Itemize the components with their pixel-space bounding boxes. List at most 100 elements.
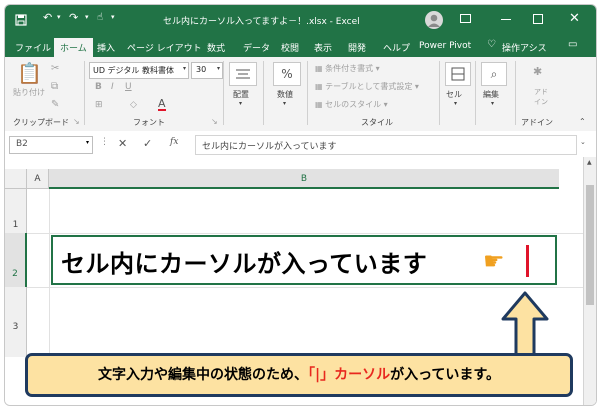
row-header-3[interactable]: 3	[5, 287, 27, 357]
comments-icon[interactable]: ▭	[568, 39, 577, 50]
font-size-select[interactable]: 30 ▾	[191, 62, 223, 79]
vertical-scrollbar[interactable]: ▲	[583, 157, 596, 405]
minimize-icon[interactable]	[501, 19, 511, 20]
chevron-down-icon: ▾	[283, 100, 287, 107]
arrow-up-icon	[501, 291, 549, 359]
group-label-font: フォント	[133, 118, 165, 127]
select-all-button[interactable]	[5, 169, 27, 189]
pointing-hand-icon: ☛	[483, 247, 505, 275]
alignment-button[interactable]: 配置	[233, 89, 249, 100]
tab-data[interactable]: データ	[243, 41, 270, 54]
tab-page-layout[interactable]: ページ レイアウト	[127, 41, 202, 54]
cancel-icon[interactable]: ✕	[118, 137, 127, 150]
save-icon[interactable]	[15, 14, 27, 29]
close-icon[interactable]: ✕	[569, 11, 580, 26]
title-bar: ↶ ▾ ↷ ▾ ☝ ▾ セル内にカーソル入ってますよ－！.xlsx - Exce…	[5, 5, 596, 35]
expand-formula-icon[interactable]: ⌄	[580, 138, 586, 146]
ribbon-separator	[439, 61, 440, 125]
copy-icon[interactable]: ⧉	[51, 81, 58, 92]
chevron-down-icon: ▾	[85, 139, 89, 146]
chevron-down-icon: ▾	[491, 100, 495, 107]
callout-text-cursor: 「|」カーソル	[307, 367, 391, 383]
gridline	[49, 189, 50, 357]
scroll-up-icon[interactable]: ▲	[587, 159, 592, 166]
text-cursor	[526, 245, 529, 277]
undo-dropdown-icon[interactable]: ▾	[57, 13, 61, 21]
paste-button[interactable]: 貼り付け	[13, 87, 45, 98]
cells-button[interactable]: セル	[446, 89, 462, 100]
font-color-icon[interactable]: A	[158, 98, 166, 111]
group-label-clipboard: クリップボード	[13, 118, 69, 127]
formula-bar: B2 ▾ ⋮ ✕ ✓ fx セル内にカーソルが入っています ⌄	[5, 131, 596, 158]
touch-mode-icon[interactable]: ☝	[97, 12, 103, 23]
borders-icon[interactable]: ⊞	[95, 100, 103, 110]
chevron-down-icon: ▾	[454, 100, 458, 107]
tab-file[interactable]: ファイル	[15, 41, 51, 54]
tab-formulas[interactable]: 数式	[207, 41, 225, 54]
undo-icon[interactable]: ↶	[43, 11, 52, 24]
clipboard-launcher-icon[interactable]: ↘	[73, 117, 80, 126]
underline-button[interactable]: U	[125, 82, 132, 92]
tab-review[interactable]: 校閲	[281, 41, 299, 54]
cell-b2-editing[interactable]: セル内にカーソルが入っています ☛	[51, 235, 557, 285]
tab-view[interactable]: 表示	[314, 41, 332, 54]
group-label-addin: アドイン	[521, 118, 553, 127]
column-header-b[interactable]: B	[49, 169, 559, 189]
insert-function-button[interactable]: fx	[170, 137, 178, 147]
redo-dropdown-icon[interactable]: ▾	[85, 13, 89, 21]
search-icon[interactable]: ⌕	[481, 62, 507, 86]
tab-power-pivot[interactable]: Power Pivot	[419, 41, 471, 51]
number-button[interactable]: 数値	[277, 89, 293, 100]
percent-icon[interactable]: %	[273, 62, 301, 86]
alignment-icon[interactable]	[229, 62, 257, 86]
tab-home[interactable]: ホーム	[54, 38, 93, 57]
format-painter-icon[interactable]: ✎	[51, 99, 59, 110]
cell-styles-button[interactable]: ▦ セルのスタイル ▾	[315, 99, 388, 110]
maximize-icon[interactable]	[533, 14, 543, 24]
name-box-value: B2	[16, 139, 28, 149]
lightbulb-icon[interactable]: ♡	[487, 39, 496, 50]
fill-color-icon[interactable]: ◇	[130, 100, 137, 110]
paste-icon[interactable]: 📋	[17, 61, 42, 85]
italic-button[interactable]: I	[111, 82, 114, 92]
row-header-1[interactable]: 1	[5, 189, 27, 233]
font-name-value: UD デジタル 教科書体	[93, 66, 174, 75]
scrollbar-thumb[interactable]	[586, 185, 594, 305]
user-avatar-icon[interactable]	[425, 11, 443, 29]
conditional-formatting-button[interactable]: ▦ 条件付き書式 ▾	[315, 63, 380, 74]
tab-help[interactable]: ヘルプ	[383, 41, 410, 54]
name-box[interactable]: B2 ▾	[9, 136, 93, 154]
font-size-value: 30	[196, 65, 207, 74]
tab-developer[interactable]: 開発	[348, 41, 366, 54]
enter-icon[interactable]: ✓	[143, 137, 152, 150]
customize-qat-icon[interactable]: ▾	[111, 13, 115, 21]
addin-button[interactable]: アド イン	[531, 87, 551, 107]
font-name-select[interactable]: UD デジタル 教科書体 ▾	[89, 62, 189, 79]
tell-me-search[interactable]: 操作アシス	[502, 41, 547, 54]
ribbon-display-icon[interactable]	[460, 14, 471, 23]
callout-text-1: 文字入力や編集中の状態のため、	[97, 367, 308, 383]
gridline	[27, 287, 583, 288]
formula-input[interactable]: セル内にカーソルが入っています	[195, 135, 577, 155]
ribbon-separator	[84, 61, 85, 125]
bold-button[interactable]: B	[95, 82, 102, 92]
cells-icon[interactable]	[445, 62, 471, 86]
cut-icon[interactable]: ✂	[51, 63, 59, 74]
tab-insert[interactable]: 挿入	[97, 41, 115, 54]
format-as-table-button[interactable]: ▦ テーブルとして書式設定 ▾	[315, 81, 419, 92]
format-as-table-label: テーブルとして書式設定	[325, 82, 413, 91]
excel-window: ↶ ▾ ↷ ▾ ☝ ▾ セル内にカーソル入ってますよ－！.xlsx - Exce…	[4, 4, 597, 406]
chevron-down-icon: ▾	[216, 65, 220, 72]
chevron-down-icon: ▾	[239, 100, 243, 107]
row-header-2[interactable]: 2	[5, 233, 27, 287]
collapse-ribbon-icon[interactable]: ⌃	[579, 117, 586, 126]
redo-icon[interactable]: ↷	[69, 11, 78, 24]
editing-button[interactable]: 編集	[483, 89, 499, 100]
ribbon-separator	[515, 61, 516, 125]
addin-icon[interactable]: ✱	[533, 65, 542, 78]
cell-styles-label: セルのスタイル	[325, 100, 382, 109]
ribbon-separator	[223, 61, 224, 125]
formula-content: セル内にカーソルが入っています	[202, 142, 337, 152]
column-header-a[interactable]: A	[27, 169, 49, 189]
font-launcher-icon[interactable]: ↘	[211, 117, 218, 126]
